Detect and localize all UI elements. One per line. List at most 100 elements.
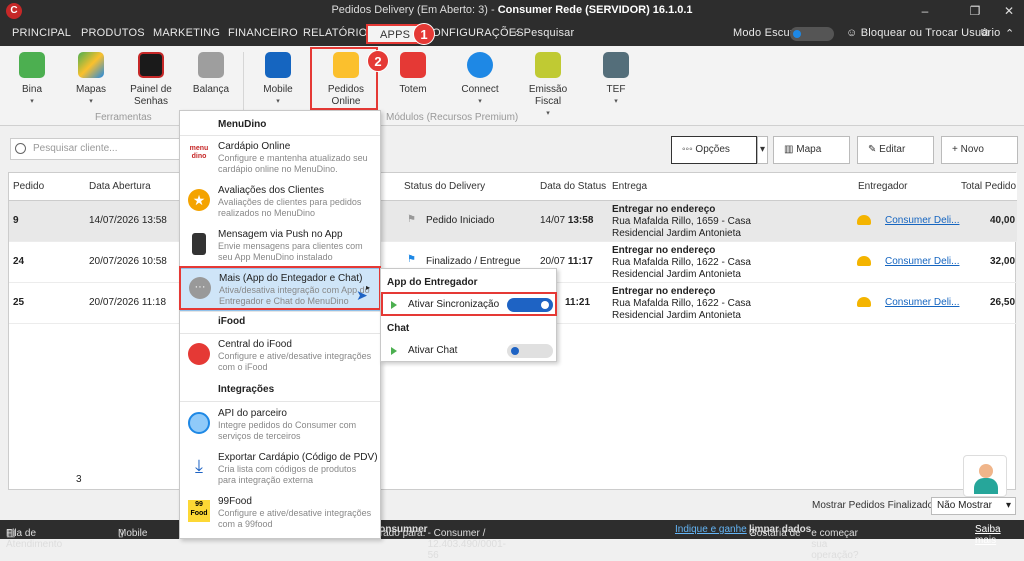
col-total[interactable]: Total Pedido (961, 181, 1016, 192)
phone-icon (19, 52, 45, 78)
menu-item-api-parceiro[interactable]: API do parceiro Integre pedidos do Consu… (180, 404, 380, 447)
entregador-link[interactable]: Consumer Deli... (885, 215, 959, 226)
menu-principal[interactable]: PRINCIPAL (12, 27, 71, 39)
chevron-down-icon: ▾ (30, 98, 34, 105)
col-data-status[interactable]: Data do Status (540, 181, 606, 192)
chat-toggle-item[interactable]: Ativar Chat (383, 341, 555, 361)
search-icon: ⌕ (514, 27, 521, 39)
star-icon: ★ (188, 189, 210, 211)
menu-search[interactable]: ⌕ Pesquisar (514, 27, 574, 40)
painel-senhas-button[interactable]: Painel de Senhas (121, 50, 181, 108)
tools-group-label: Ferramentas (95, 112, 152, 123)
mobile-icon (265, 52, 291, 78)
table-header: Pedido Data Abertura Status do Delivery … (9, 173, 1017, 201)
main-menu-bar: PRINCIPAL PRODUTOS MARKETING FINANCEIRO … (0, 22, 1024, 46)
mais-item-highlight (179, 266, 381, 310)
window-title: Pedidos Delivery (Em Aberto: 3) - Consum… (331, 4, 693, 16)
cloud-icon (467, 52, 493, 78)
chat-toggle[interactable] (507, 344, 553, 358)
col-entrega[interactable]: Entrega (612, 181, 647, 192)
card-terminal-icon (603, 52, 629, 78)
section-chat: Chat (387, 323, 410, 334)
minimize-icon[interactable]: – (912, 2, 938, 20)
dark-mode-toggle[interactable] (790, 27, 834, 41)
toggle-knob (793, 30, 801, 38)
menu-item-avaliacoes[interactable]: ★ Avaliações dos Clientes Avaliações de … (180, 181, 380, 224)
orders-count: 3 (76, 474, 82, 485)
play-icon (391, 347, 397, 355)
menu-produtos[interactable]: PRODUTOS (81, 27, 145, 39)
more-dots-icon: ◦◦◦ (682, 144, 693, 155)
section-integracoes: Integrações (218, 384, 275, 395)
section-app-entregador: App do Entregador (387, 277, 478, 288)
balanca-button[interactable]: Balança (181, 50, 241, 96)
clear-data-question: ? Gostaria de limpar dados e começar sua… (749, 524, 859, 561)
edit-button[interactable]: ✎ Editar (857, 136, 934, 164)
menu-item-cardapio-online[interactable]: menu dino Cardápio Online Configure e ma… (180, 137, 380, 180)
show-finished-label: Mostrar Pedidos Finalizados: (812, 500, 941, 511)
search-icon (15, 143, 26, 154)
download-icon: ⤓ (195, 456, 203, 476)
col-pedido[interactable]: Pedido (13, 181, 44, 192)
entregador-link[interactable]: Consumer Deli... (885, 256, 959, 267)
pedidos-online-dropdown: MenuDino menu dino Cardápio Online Confi… (179, 110, 381, 539)
chevron-down-icon: ▾ (546, 110, 550, 117)
mapas-button[interactable]: Mapas ▾ (61, 50, 121, 108)
section-menudino: MenuDino (218, 119, 267, 130)
totem-icon (400, 52, 426, 78)
bina-button[interactable]: Bina ▾ (2, 50, 62, 108)
mobile-button[interactable]: Mobile ▾ (248, 50, 308, 108)
phone-push-icon (192, 233, 206, 255)
detach-icon[interactable]: ⧉ (981, 27, 989, 40)
status-bar: ▥ Fila de Atendimento ▯ Mobile strado pa… (0, 520, 1024, 561)
menudino-logo-icon: menu dino (188, 145, 210, 167)
api-icon (188, 412, 210, 434)
lock-user-button[interactable]: ☺ Bloquear ou Trocar Usuário (846, 27, 1000, 39)
menu-item-99food[interactable]: 99 Food 99Food Configure e ative/desativ… (180, 492, 380, 535)
learn-more-link[interactable]: Saiba mais (975, 524, 1024, 546)
map-button[interactable]: ▥ Mapa (773, 136, 850, 164)
indique-link[interactable]: Indique e ganhe (675, 524, 747, 535)
menu-relatorios[interactable]: RELATÓRIOS (303, 27, 375, 39)
user-avatar-icon: ☺ (846, 27, 858, 39)
toggle-knob (511, 347, 519, 355)
col-entregador[interactable]: Entregador (858, 181, 907, 192)
chevron-down-icon: ▾ (276, 98, 280, 105)
section-ifood: iFood (218, 316, 246, 327)
step-badge-1: 1 (413, 23, 435, 45)
options-button[interactable]: ◦◦◦ Opções (671, 136, 757, 164)
menu-item-push[interactable]: Mensagem via Push no App Envie mensagens… (180, 225, 380, 268)
col-data-abertura[interactable]: Data Abertura (89, 181, 151, 192)
menu-configuracoes[interactable]: CONFIGURAÇÕES (424, 27, 524, 39)
sync-highlight (381, 292, 557, 316)
menu-item-central-ifood[interactable]: Central do iFood Configure e ative/desat… (180, 335, 380, 378)
new-button[interactable]: + Novo (941, 136, 1018, 164)
support-assistant-icon[interactable] (963, 455, 1007, 497)
table-row[interactable]: 9 14/07/2026 13:58 ⚑ Pedido Iniciado 14/… (9, 201, 1017, 242)
connect-button[interactable]: Connect ▾ (450, 50, 510, 108)
emissao-fiscal-button[interactable]: Emissão Fiscal ▾ (518, 50, 578, 120)
search-placeholder: Pesquisar cliente... (33, 143, 118, 154)
restore-icon[interactable]: ❐ (962, 2, 988, 20)
tef-button[interactable]: TEF ▾ (586, 50, 646, 108)
flag-icon: ⚑ (407, 214, 416, 225)
collapse-icon[interactable]: ⌃ (1005, 27, 1014, 40)
menu-marketing[interactable]: MARKETING (153, 27, 220, 39)
options-dropdown-arrow[interactable]: ▾ (757, 136, 768, 164)
close-icon[interactable]: ✕ (996, 2, 1022, 20)
delivery-helmet-icon (857, 215, 871, 225)
title-bar: C Pedidos Delivery (Em Aberto: 3) - Cons… (0, 0, 1024, 22)
totem-button[interactable]: Totem (383, 50, 443, 96)
client-search-input[interactable]: Pesquisar cliente... (10, 138, 180, 160)
col-status-delivery[interactable]: Status do Delivery (404, 181, 485, 192)
food99-logo-icon: 99 Food (188, 500, 210, 522)
menu-financeiro[interactable]: FINANCEIRO (228, 27, 298, 39)
modules-group-label: Módulos (Recursos Premium) (386, 112, 519, 123)
show-finished-select[interactable]: Não Mostrar ▾ (931, 497, 1016, 515)
entregador-link[interactable]: Consumer Deli... (885, 297, 959, 308)
orders-toolbar: Pesquisar cliente... ◦◦◦ Opções ▾ ▥ Mapa… (0, 126, 1024, 172)
menu-item-exportar-cardapio[interactable]: ⤓ Exportar Cardápio (Código de PDV) Cria… (180, 448, 380, 491)
delivery-helmet-icon (857, 256, 871, 266)
divider (180, 311, 380, 312)
ribbon-toolbar: Bina ▾ Mapas ▾ Painel de Senhas Balança Fe… (0, 46, 1024, 126)
